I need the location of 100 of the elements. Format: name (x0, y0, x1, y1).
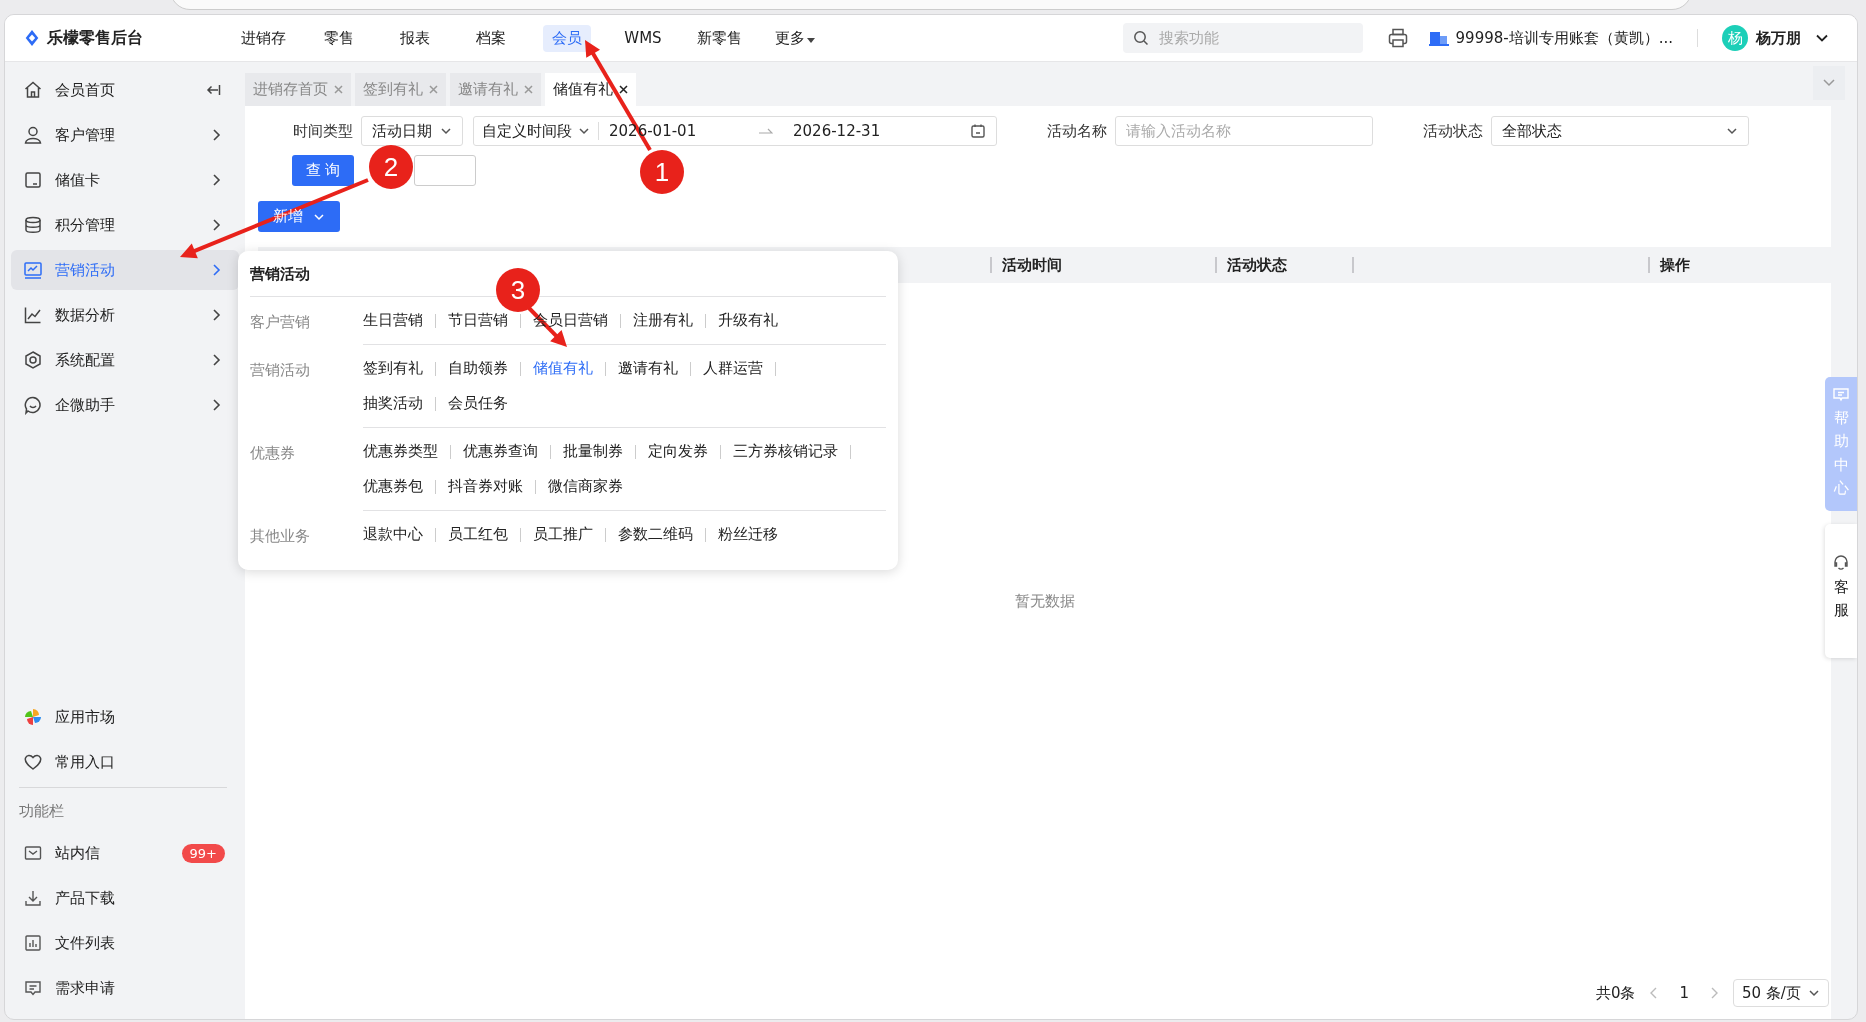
group-label: 客户营销 (250, 312, 311, 333)
customer-service-tab[interactable]: 客服 (1825, 524, 1857, 658)
menu-link[interactable]: 人群运营 (703, 359, 763, 378)
nav-tab[interactable]: 新零售 (685, 24, 753, 52)
menu-link[interactable]: 参数二维码 (618, 525, 693, 544)
sidebar-item[interactable]: 积分管理 (11, 205, 239, 245)
page-tab[interactable]: 储值有礼 (545, 73, 636, 106)
menu-link[interactable]: 注册有礼 (633, 311, 693, 330)
field-label: 活动名称 (1047, 121, 1107, 141)
menu-link[interactable]: 三方券核销记录 (733, 442, 838, 461)
step-marker: 1 (640, 150, 684, 194)
menu-link[interactable]: 优惠券包 (363, 477, 423, 496)
step-marker: 2 (369, 145, 413, 189)
chevron-down-icon (440, 125, 452, 137)
nav-tab[interactable]: 报表 (381, 24, 449, 52)
logo-icon (23, 28, 41, 48)
empty-text: 暂无数据 (1014, 591, 1075, 611)
sidebar-item[interactable]: 会员首页 (11, 70, 239, 110)
count-badge: 99+ (181, 843, 225, 863)
group-label: 其他业务 (250, 526, 311, 547)
sidebar-item[interactable]: 需求申请 (11, 968, 239, 1008)
caret-icon (807, 37, 815, 43)
status-select[interactable]: 全部状态 (1491, 116, 1749, 146)
menu-link[interactable]: 优惠券查询 (463, 442, 538, 461)
sidebar-item[interactable]: 产品下载 (11, 878, 239, 918)
sidebar-item[interactable]: 客户管理 (11, 115, 239, 155)
sidebar-item[interactable]: 数据分析 (11, 295, 239, 335)
chevron-right-icon (211, 263, 221, 277)
chat-icon (1832, 387, 1850, 403)
field-label: 时间类型 (293, 121, 353, 141)
group-label: 营销活动 (250, 360, 311, 381)
sidebar-item[interactable]: 常用入口 (11, 742, 239, 782)
chevron-right-icon (211, 308, 221, 322)
menu-link[interactable]: 抖音券对账 (448, 477, 523, 496)
menu-link[interactable]: 自助领券 (448, 359, 508, 378)
nav-tab[interactable]: 零售 (305, 24, 373, 52)
field-label: 活动状态 (1423, 121, 1483, 141)
next-page-icon[interactable] (1709, 986, 1719, 1000)
chevron-right-icon (211, 173, 221, 187)
menu-link[interactable]: 粉丝迁移 (718, 525, 778, 544)
step-marker: 3 (496, 268, 540, 312)
tabs-menu-button[interactable] (1813, 66, 1845, 100)
sidebar-item[interactable]: 站内信 99+ (11, 833, 239, 873)
search-icon (1132, 30, 1149, 46)
column-header: 活动时间 (1002, 255, 1062, 275)
sidebar-item[interactable]: 营销活动 (11, 250, 239, 290)
total-count: 共0条 (1595, 983, 1636, 1003)
nav-tab[interactable]: WMS (609, 24, 677, 52)
menu-link[interactable]: 升级有礼 (718, 311, 778, 330)
building-icon (1428, 30, 1449, 46)
nav-tab[interactable]: 档案 (457, 24, 525, 52)
menu-link[interactable]: 节日营销 (448, 311, 508, 330)
brand-name: 乐檬零售后台 (47, 27, 143, 49)
sidebar-item[interactable]: 文件列表 (11, 923, 239, 963)
menu-link[interactable]: 生日营销 (363, 311, 423, 330)
search-field[interactable]: 搜索功能 (1122, 23, 1363, 53)
page-size-select[interactable]: 50 条/页 (1733, 979, 1829, 1007)
column-header: 操作 (1660, 255, 1690, 275)
chevron-right-icon (211, 398, 221, 412)
menu-link[interactable]: 批量制券 (563, 442, 623, 461)
nav-tab[interactable]: 会员 (543, 24, 591, 52)
printer-icon[interactable] (1386, 27, 1409, 49)
page-number[interactable]: 1 (1673, 984, 1695, 1002)
close-icon[interactable] (619, 85, 628, 94)
chevron-right-icon (211, 353, 221, 367)
section-title: 功能栏 (18, 801, 65, 822)
user-name[interactable]: 杨万朋 (1756, 28, 1801, 48)
menu-link[interactable]: 抽奖活动 (363, 394, 423, 413)
sidebar-item[interactable]: 系统配置 (11, 340, 239, 380)
menu-link[interactable]: 微信商家券 (548, 477, 623, 496)
menu-link[interactable]: 员工红包 (448, 525, 508, 544)
column-header: 活动状态 (1227, 255, 1287, 275)
menu-link[interactable]: 员工推广 (533, 525, 593, 544)
menu-link[interactable]: 签到有礼 (363, 359, 423, 378)
chevron-down-icon (578, 125, 590, 137)
activity-name-input[interactable]: 请输入活动名称 (1115, 116, 1373, 146)
calendar-icon (970, 123, 986, 139)
time-type-select[interactable]: 活动日期 (361, 116, 463, 146)
nav-tab[interactable]: 进销存 (229, 24, 297, 52)
chevron-down-icon (1726, 125, 1738, 137)
menu-link[interactable]: 优惠券类型 (363, 442, 438, 461)
menu-link[interactable]: 定向发券 (648, 442, 708, 461)
sidebar-item[interactable]: 应用市场 (11, 697, 239, 737)
account-name[interactable]: 99998-培训专用账套（黄凯）... (1455, 28, 1673, 48)
pinwheel-icon (23, 707, 43, 727)
outline-button[interactable] (414, 155, 476, 186)
chevron-down-icon (1808, 987, 1820, 999)
menu-link[interactable]: 储值有礼 (533, 359, 593, 378)
sidebar-item[interactable]: 企微助手 (11, 385, 239, 425)
group-label: 优惠券 (250, 443, 296, 464)
menu-link[interactable]: 退款中心 (363, 525, 423, 544)
sidebar-item[interactable]: 储值卡 (11, 160, 239, 200)
menu-link[interactable]: 会员任务 (448, 394, 508, 413)
query-button[interactable]: 查 询 (292, 155, 354, 186)
chevron-right-icon (211, 128, 221, 142)
headset-icon (1832, 554, 1850, 572)
heart-icon (23, 752, 43, 772)
nav-tab[interactable]: 更多 (761, 24, 829, 52)
collapse-icon[interactable] (205, 83, 221, 97)
menu-link[interactable]: 邀请有礼 (618, 359, 678, 378)
